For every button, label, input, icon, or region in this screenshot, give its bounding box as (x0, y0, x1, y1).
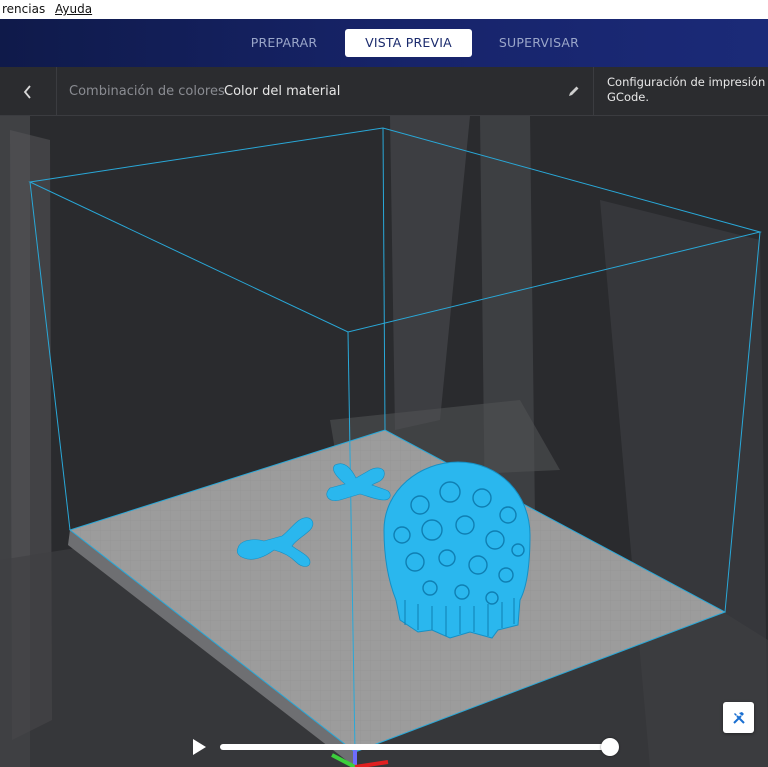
menu-item-help[interactable]: Ayuda (51, 0, 96, 19)
color-scheme-label: Combinación de colores (69, 84, 225, 99)
brain-model (383, 461, 531, 639)
print-settings-panel[interactable]: Configuración de impresión de GCode. (593, 67, 768, 116)
color-scheme-dropdown[interactable]: Color del material (224, 67, 340, 116)
tools-button[interactable] (723, 702, 754, 733)
tab-prepare[interactable]: PREPARAR (226, 29, 342, 57)
scene (0, 116, 768, 767)
play-icon (193, 739, 206, 755)
menu-bar: rencias Ayuda (0, 0, 768, 19)
menu-item-help-label: Ayuda (55, 2, 93, 16)
tab-monitor[interactable]: SUPERVISAR (480, 29, 598, 57)
play-simulation-button[interactable] (188, 736, 210, 758)
print-settings-line2: GCode. (607, 90, 650, 104)
print-settings-line1: Configuración de impresión de (607, 75, 768, 89)
tools-icon (732, 711, 745, 724)
layer-path-slider[interactable] (220, 744, 610, 750)
edit-color-scheme-button[interactable] (564, 81, 584, 101)
menu-item-preferences[interactable]: rencias (0, 0, 47, 19)
back-button[interactable] (0, 67, 57, 116)
layer-path-slider-handle[interactable] (601, 738, 619, 756)
stage-bar: PREPARAR VISTA PREVIA SUPERVISAR (0, 19, 768, 67)
chevron-left-icon (23, 84, 31, 99)
pencil-icon (569, 86, 579, 96)
tab-preview[interactable]: VISTA PREVIA (345, 29, 472, 57)
3d-viewport[interactable] (0, 116, 768, 767)
preview-toolbar: Combinación de colores Color del materia… (0, 67, 768, 116)
